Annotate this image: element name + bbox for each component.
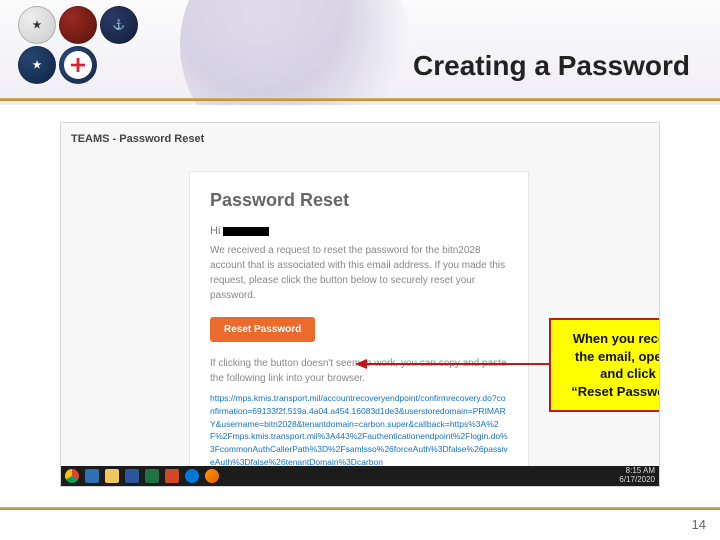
windows-taskbar: 8:15 AM 6/17/2020 bbox=[61, 466, 659, 486]
callout-line: When you receive bbox=[557, 330, 660, 348]
email-body-card: Password Reset Hi We received a request … bbox=[189, 171, 529, 486]
powerpoint-icon[interactable] bbox=[165, 469, 179, 483]
slide-title: Creating a Password bbox=[413, 50, 690, 82]
seal-marine bbox=[59, 6, 97, 44]
email-screenshot: TEAMS - Password Reset Password Reset Hi… bbox=[60, 122, 660, 487]
system-clock[interactable]: 8:15 AM 6/17/2020 bbox=[619, 467, 655, 485]
title-divider bbox=[0, 98, 720, 101]
dropbox-icon[interactable] bbox=[85, 469, 99, 483]
instruction-callout: When you receive the email, open it and … bbox=[549, 318, 660, 412]
edge-icon[interactable] bbox=[185, 469, 199, 483]
clock-date: 6/17/2020 bbox=[619, 476, 655, 485]
seal-air-force: ★ bbox=[18, 46, 56, 84]
chrome-icon[interactable] bbox=[65, 469, 79, 483]
excel-icon[interactable] bbox=[145, 469, 159, 483]
redacted-name bbox=[223, 227, 269, 236]
callout-arrow bbox=[357, 363, 549, 365]
reset-password-button[interactable]: Reset Password bbox=[210, 317, 315, 342]
greeting-prefix: Hi bbox=[210, 225, 223, 237]
military-seals-group: ★ ⚓ ★ bbox=[18, 6, 138, 84]
seal-coast-guard bbox=[59, 46, 97, 84]
firefox-icon[interactable] bbox=[205, 469, 219, 483]
recovery-url[interactable]: https://mps.kmis.transport.mil/accountre… bbox=[210, 392, 508, 469]
email-subject: TEAMS - Password Reset bbox=[71, 133, 204, 145]
explorer-icon[interactable] bbox=[105, 469, 119, 483]
callout-line: “Reset Password” bbox=[557, 383, 660, 401]
globe-graphic bbox=[180, 0, 410, 105]
word-icon[interactable] bbox=[125, 469, 139, 483]
seal-army: ★ bbox=[18, 6, 56, 44]
footer-divider bbox=[0, 507, 720, 510]
callout-line: and click bbox=[557, 365, 660, 383]
email-heading: Password Reset bbox=[210, 190, 508, 211]
callout-line: the email, open it bbox=[557, 348, 660, 366]
email-body-text: We received a request to reset the passw… bbox=[210, 243, 508, 303]
seal-navy: ⚓ bbox=[100, 6, 138, 44]
page-number: 14 bbox=[692, 517, 706, 532]
email-greeting: Hi bbox=[210, 225, 508, 237]
